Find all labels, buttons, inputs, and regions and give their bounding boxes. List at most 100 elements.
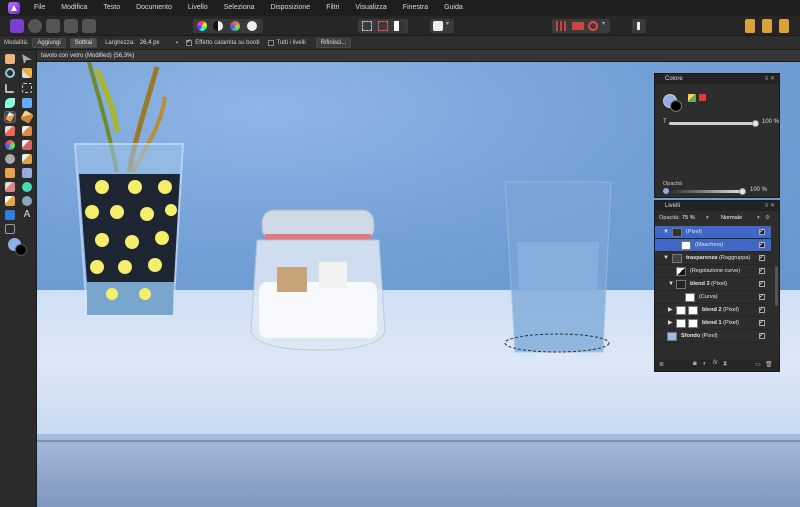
levels-icon[interactable] (213, 21, 223, 31)
layer-row[interactable]: ▼ (Pixel) (655, 226, 771, 239)
hsl-icon[interactable] (230, 21, 240, 31)
layer-visibility-checkbox[interactable] (759, 239, 765, 252)
arrange-icon[interactable] (745, 19, 755, 33)
gear-icon[interactable]: ⚙ (765, 212, 770, 224)
recent-color-swatch[interactable] (699, 94, 706, 101)
liquify-persona-icon[interactable] (28, 19, 42, 33)
distribute-icon[interactable] (762, 19, 772, 33)
inpainting-tool-icon[interactable] (5, 182, 15, 192)
menu-visualizza[interactable]: Visualizza (347, 0, 394, 16)
layer-row[interactable]: (Regolazione curve) (655, 265, 771, 278)
text-tool-icon[interactable]: A (22, 210, 32, 220)
affinity-photo-logo-icon[interactable] (8, 2, 20, 14)
align-icon[interactable] (779, 19, 789, 33)
menu-testo[interactable]: Testo (95, 0, 128, 16)
layer-visibility-checkbox[interactable] (759, 330, 765, 343)
refine-button[interactable]: Rifinisci... (315, 37, 352, 48)
magnet-icon[interactable] (588, 21, 598, 31)
zoom-tool-icon[interactable] (5, 68, 15, 78)
layer-row[interactable]: ▶ blend 1 (Pixel) (655, 317, 771, 330)
move-tool-icon[interactable] (22, 54, 32, 64)
layer-row[interactable]: (Maschera) (655, 239, 771, 252)
chevron-down-icon[interactable]: ▾ (176, 40, 179, 46)
dodge-tool-icon[interactable] (22, 126, 32, 136)
expand-down-icon[interactable]: ▼ (663, 226, 669, 239)
opacity-slider-knob[interactable] (739, 188, 746, 195)
tone-mapping-persona-icon[interactable] (64, 19, 78, 33)
burn-tool-icon[interactable] (22, 140, 32, 150)
assistant-button[interactable] (632, 19, 646, 33)
menu-seleziona[interactable]: Seleziona (216, 0, 263, 16)
layer-row[interactable]: (Curva) (655, 291, 771, 304)
flood-select-tool-icon[interactable] (5, 98, 15, 108)
live-filter-icon[interactable]: ⧗ (723, 361, 727, 368)
selection-brush-tool-icon[interactable] (4, 111, 16, 123)
layer-row[interactable]: Sfondo (Pixel) (655, 330, 771, 343)
expand-down-icon[interactable]: ▼ (668, 278, 674, 291)
chevron-down-icon[interactable]: ▾ (706, 212, 709, 224)
export-persona-icon[interactable] (82, 19, 96, 33)
clone-tool-icon[interactable] (5, 140, 15, 150)
expand-right-icon[interactable]: ▶ (668, 304, 674, 317)
healing-brush-tool-icon[interactable] (5, 168, 15, 178)
color-picker-tool-icon[interactable] (22, 68, 32, 78)
smudge-tool-icon[interactable] (22, 154, 32, 164)
node-tool-icon[interactable] (22, 196, 32, 206)
tint-slider-knob[interactable] (752, 120, 759, 127)
deselect-icon[interactable] (378, 21, 388, 31)
patch-tool-icon[interactable] (22, 168, 32, 178)
layer-row[interactable]: ▼ blend 3 (Pixel) (655, 278, 771, 291)
layer-opacity-value[interactable]: 75 % (682, 212, 695, 224)
mesh-warp-tool-icon[interactable] (5, 224, 15, 234)
add-layer-icon[interactable]: ▭ (755, 361, 761, 368)
grid-icon[interactable] (556, 21, 566, 31)
view-tool-hand-icon[interactable] (5, 54, 15, 64)
menu-disposizione[interactable]: Disposizione (263, 0, 319, 16)
menu-documento[interactable]: Documento (128, 0, 180, 16)
expand-right-icon[interactable]: ▶ (668, 317, 674, 330)
erase-brush-tool-icon[interactable] (5, 126, 15, 136)
pen-tool-icon[interactable] (5, 196, 15, 206)
layer-visibility-checkbox[interactable] (759, 252, 765, 265)
menu-file[interactable]: File (26, 0, 53, 16)
chevron-down-icon[interactable]: ▾ (602, 20, 605, 27)
fx-icon[interactable]: fx (713, 360, 718, 366)
chevron-down-icon[interactable]: ▾ (446, 20, 449, 27)
layer-visibility-checkbox[interactable] (759, 304, 765, 317)
quick-mask-icon[interactable] (433, 21, 443, 31)
layer-visibility-checkbox[interactable] (759, 291, 765, 304)
layer-row[interactable]: ▶ blend 2 (Pixel) (655, 304, 771, 317)
rectangle-tool-icon[interactable] (5, 210, 15, 220)
layer-visibility-checkbox[interactable] (759, 265, 765, 278)
menu-modifica[interactable]: Modifica (53, 0, 95, 16)
panel-menu-icon[interactable]: ≡ ✕ (765, 201, 775, 211)
paint-brush-tool-icon[interactable] (20, 110, 34, 124)
layer-stack-icon[interactable]: ≣ (659, 361, 664, 368)
photo-persona-icon[interactable] (10, 19, 24, 33)
expand-down-icon[interactable]: ▼ (663, 252, 669, 265)
snap-to-edges-checkbox[interactable]: Effetto calamita su bordi (186, 38, 260, 46)
develop-persona-icon[interactable] (46, 19, 60, 33)
layer-visibility-checkbox[interactable] (759, 278, 765, 291)
fill-tool-icon[interactable] (22, 98, 32, 108)
red-eye-tool-icon[interactable] (22, 182, 32, 192)
color-wheel-icon[interactable] (197, 21, 207, 31)
layer-visibility-checkbox[interactable] (759, 317, 765, 330)
menu-finestra[interactable]: Finestra (395, 0, 436, 16)
layers-scrollbar[interactable] (775, 266, 778, 306)
layer-row[interactable]: ▼ trasparenza (Raggruppa) (655, 252, 771, 265)
blur-brush-tool-icon[interactable] (5, 154, 15, 164)
secondary-color-swatch[interactable] (15, 244, 27, 256)
panel-menu-icon[interactable]: ≡ ✕ (765, 74, 775, 84)
document-tab[interactable]: tavolo con vetro (Modified) (56,3%) (37, 50, 800, 62)
layer-visibility-checkbox[interactable] (759, 226, 765, 239)
menu-filtri[interactable]: Filtri (318, 0, 347, 16)
mask-layer-icon[interactable]: ◙ (693, 361, 697, 367)
invert-selection-icon[interactable] (394, 21, 404, 31)
trash-icon[interactable]: 🗑 (765, 361, 773, 368)
tint-slider-track[interactable] (669, 122, 757, 125)
add-mode-button[interactable]: Aggiungi (32, 37, 66, 48)
blend-mode-select[interactable]: Normale (721, 212, 742, 224)
subtract-mode-button[interactable]: Sottrai (69, 37, 98, 48)
white-balance-icon[interactable] (247, 21, 257, 31)
